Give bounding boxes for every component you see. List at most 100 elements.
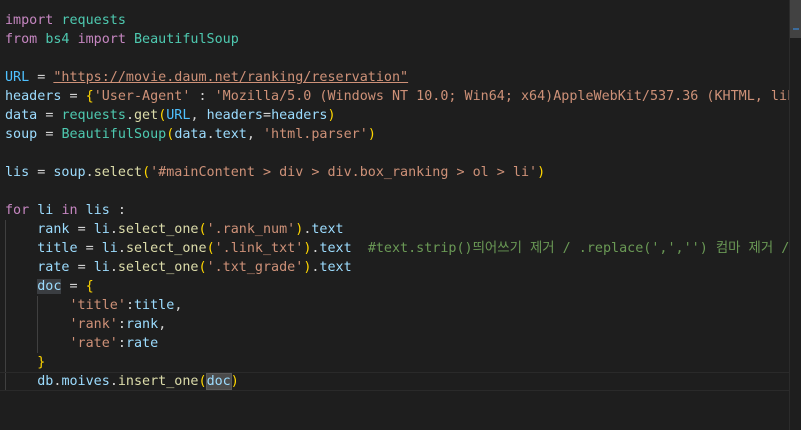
operator: = [45, 108, 54, 123]
variable: URL [166, 108, 191, 123]
operator: = [69, 279, 78, 294]
function-name: select_one [117, 222, 199, 237]
bracket: ) [537, 165, 546, 180]
code-line-19[interactable]: } [0, 353, 790, 372]
module-name: requests [61, 108, 126, 123]
scrollbar-marker [793, 28, 799, 30]
function-name: select_one [117, 260, 199, 275]
variable: soup [53, 165, 86, 180]
code-line-20-current[interactable]: db.moives.insert_one(doc) [0, 372, 790, 391]
string: 'title' [69, 298, 126, 313]
string-url-link[interactable]: "https://movie.daum.net/ranking/reservat… [53, 70, 408, 85]
variable: lis [5, 165, 30, 180]
property: text [319, 241, 352, 256]
vertical-scrollbar[interactable] [789, 0, 801, 430]
bracket: ( [142, 165, 151, 180]
scrollbar-thumb[interactable] [790, 0, 801, 38]
string: 'rate' [69, 336, 118, 351]
variable: db [37, 374, 54, 389]
operator: : [117, 317, 126, 332]
class-name: BeautifulSoup [134, 32, 239, 47]
operator: , [158, 317, 167, 332]
operator: , [246, 127, 255, 142]
bracket: ( [206, 241, 215, 256]
operator: . [109, 260, 118, 275]
code-line-4[interactable]: URL = "https://movie.daum.net/ranking/re… [0, 68, 790, 87]
operator: : [125, 298, 134, 313]
code-line-17[interactable]: 'rank':rank, [0, 315, 790, 334]
operator: : [198, 89, 207, 104]
function-name: select_one [125, 241, 207, 256]
code-line-6[interactable]: data = requests.get(URL, headers=headers… [0, 106, 790, 125]
variable-doc-at-cursor: doc [205, 373, 232, 390]
module-name: bs4 [45, 32, 70, 47]
property: moives [61, 374, 110, 389]
operator: = [77, 260, 86, 275]
bracket: ) [367, 127, 376, 142]
code-line-9[interactable]: lis = soup.select('#mainContent > div > … [0, 163, 790, 182]
operator: . [117, 241, 126, 256]
operator: = [263, 108, 272, 123]
variable: li [93, 260, 110, 275]
string: '.txt_grade' [206, 260, 304, 275]
property: text [214, 127, 247, 142]
code-editor[interactable]: import requests from bs4 import Beautifu… [0, 0, 790, 430]
variable: title [134, 298, 175, 313]
operator: = [45, 127, 54, 142]
code-line-16[interactable]: 'title':title, [0, 296, 790, 315]
operator: : [117, 203, 126, 218]
operator: . [125, 108, 134, 123]
parameter: headers [206, 108, 263, 123]
code-line-18[interactable]: 'rate':rate [0, 334, 790, 353]
code-line-11[interactable]: for li in lis : [0, 201, 790, 220]
property: text [311, 222, 344, 237]
operator: , [190, 108, 199, 123]
operator: = [37, 165, 46, 180]
bracket: ) [327, 108, 336, 123]
string: '#mainContent > div > div.box_ranking > … [150, 165, 538, 180]
code-line-14[interactable]: rate = li.select_one('.txt_grade').text [0, 258, 790, 277]
string: 'html.parser' [263, 127, 368, 142]
class-name: BeautifulSoup [61, 127, 167, 142]
operator: , [174, 298, 183, 313]
function-name: get [134, 108, 159, 123]
operator: : [117, 336, 126, 351]
string: 'rank' [69, 317, 118, 332]
string: '.link_txt' [214, 241, 304, 256]
operator: . [206, 127, 215, 142]
code-line-15[interactable]: doc = { [0, 277, 790, 296]
code-line-5[interactable]: headers = {'User-Agent' : 'Mozilla/5.0 (… [0, 87, 790, 106]
code-line-2[interactable]: from bs4 import BeautifulSoup [0, 30, 790, 49]
bracket: ( [198, 260, 207, 275]
variable: li [37, 203, 54, 218]
bracket: { [85, 279, 94, 294]
variable: soup [5, 127, 38, 142]
code-line-12[interactable]: rank = li.select_one('.rank_num').text [0, 220, 790, 239]
function-name: insert_one [117, 374, 199, 389]
operator: . [109, 222, 118, 237]
variable: lis [85, 203, 110, 218]
variable-doc-highlighted: doc [37, 279, 62, 294]
code-line-13[interactable]: title = li.select_one('.link_txt').text … [0, 239, 790, 258]
variable-url: URL [5, 70, 30, 85]
bracket: { [85, 89, 94, 104]
variable: li [101, 241, 118, 256]
operator: = [69, 89, 78, 104]
bracket: ( [198, 374, 207, 389]
keyword-in: in [61, 203, 78, 218]
variable: data [5, 108, 38, 123]
code-line-1[interactable]: import requests [0, 11, 790, 30]
operator: = [77, 222, 86, 237]
operator: . [85, 165, 94, 180]
variable: rank [125, 317, 159, 332]
variable: rank [37, 222, 70, 237]
keyword-import: import [5, 13, 54, 28]
code-line-7[interactable]: soup = BeautifulSoup(data.text, 'html.pa… [0, 125, 790, 144]
keyword-from: from [5, 32, 38, 47]
keyword-import: import [77, 32, 126, 47]
string: 'Mozilla/5.0 (Windows NT 10.0; Win64; x6… [214, 89, 790, 104]
operator: = [37, 70, 46, 85]
bracket: ( [198, 222, 207, 237]
variable-headers: headers [5, 89, 62, 104]
bracket: ) [230, 374, 239, 389]
